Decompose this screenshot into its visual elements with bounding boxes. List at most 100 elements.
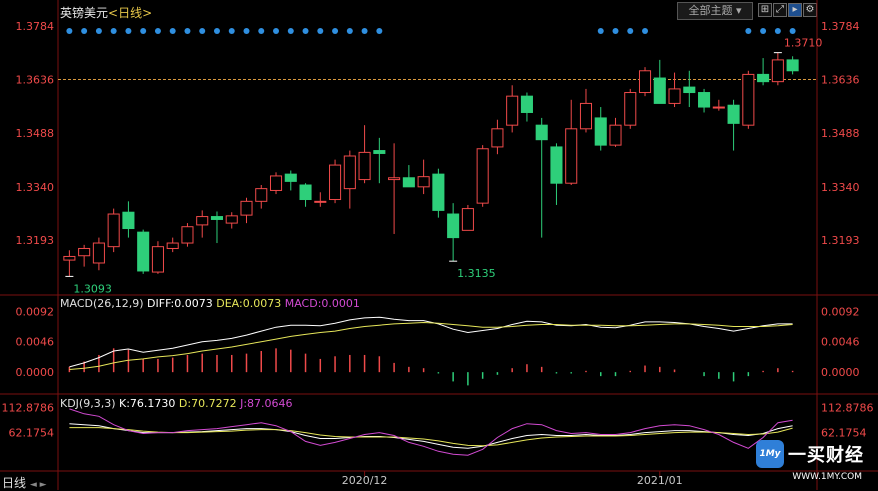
signal-dot — [745, 28, 752, 34]
macd-line-dea — [69, 321, 793, 370]
watermark-name: 一买财经 — [788, 445, 864, 466]
candle-body — [417, 176, 430, 188]
price-y-tick-right: 1.3784 — [821, 20, 860, 33]
price-y-tick-right: 1.3488 — [821, 127, 860, 140]
signal-dot — [258, 28, 265, 34]
signal-dot — [273, 28, 280, 34]
candle-body — [668, 88, 681, 104]
signal-dot — [376, 28, 383, 34]
candle-body — [181, 226, 194, 244]
candle-body — [107, 213, 120, 248]
macd-y-tick-left: 0.0092 — [16, 305, 55, 318]
candle-body — [255, 188, 268, 202]
candle-body — [63, 255, 76, 261]
signal-dot — [228, 28, 235, 34]
candle-body — [535, 124, 548, 141]
signal-dot — [199, 28, 206, 34]
macd-y-tick-right: 0.0092 — [821, 305, 860, 318]
price-y-tick-right: 1.3340 — [821, 181, 860, 194]
candle-body — [92, 242, 105, 264]
candle-body — [638, 70, 652, 94]
signal-dot — [774, 28, 781, 34]
candle-body — [78, 247, 91, 257]
candle-body — [329, 164, 342, 201]
kdj-line-k — [69, 423, 793, 449]
candle-body — [314, 200, 327, 203]
watermark: 1My 一买财经 — [756, 440, 864, 468]
candle-body — [269, 175, 283, 191]
signal-dot — [789, 28, 796, 34]
kdj-y-tick-left: 62.1754 — [9, 426, 55, 439]
signal-dot — [81, 28, 88, 34]
price-y-tick-left: 1.3193 — [16, 234, 55, 247]
candle-body — [166, 242, 179, 249]
signal-dot — [346, 28, 353, 34]
candle-body — [151, 246, 164, 273]
signal-dot — [169, 28, 176, 34]
price-y-tick-right: 1.3193 — [821, 234, 860, 247]
candle-body — [550, 146, 563, 184]
candle-body — [225, 215, 238, 224]
signal-dot — [110, 28, 117, 34]
x-tick-label: 2020/12 — [342, 474, 388, 487]
candle-body — [565, 128, 578, 184]
signal-dot — [243, 28, 250, 34]
signal-dot — [317, 28, 324, 34]
chart-app: 英镑美元<日线> 全部主题 ▾ ⊞ ⤢ ▸ ⚙ MACD(26,12,9) DI… — [0, 0, 878, 490]
signal-dot — [612, 28, 619, 34]
candle-body — [712, 106, 725, 109]
candle-body — [609, 124, 622, 146]
signal-dot — [184, 28, 191, 34]
candle-body — [491, 128, 504, 148]
signal-dot — [125, 28, 132, 34]
signal-dot — [361, 28, 368, 34]
candle-body — [786, 59, 799, 72]
candle-body — [373, 150, 386, 154]
watermark-url: WWW.1MY.COM — [792, 472, 862, 482]
price-y-tick-right: 1.3636 — [821, 73, 860, 86]
candle-body — [683, 86, 696, 94]
candle-body — [771, 59, 784, 83]
kdj-y-tick-left: 112.8786 — [2, 402, 55, 415]
candle-body — [432, 173, 445, 211]
candle-body — [653, 77, 666, 104]
candle-body — [196, 216, 209, 226]
x-tick-label: 2021/01 — [637, 474, 683, 487]
annotation-high-label: 1.3710 — [784, 37, 823, 50]
candle-body — [579, 102, 593, 130]
candle-body — [402, 177, 415, 188]
signal-dot — [154, 28, 161, 34]
macd-y-tick-left: 0.0046 — [16, 336, 55, 349]
candle-body — [461, 208, 474, 231]
signal-dot — [760, 28, 767, 34]
signal-dot — [287, 28, 294, 34]
candle-body — [742, 73, 755, 126]
macd-y-tick-left: 0.0000 — [16, 366, 55, 379]
annotation-low-label: 1.3135 — [457, 267, 496, 280]
candle-body — [358, 151, 371, 181]
candle-body — [240, 200, 253, 216]
signal-dot — [332, 28, 339, 34]
macd-y-tick-right: 0.0000 — [821, 366, 860, 379]
signal-dot — [213, 28, 220, 34]
candle-body — [447, 213, 460, 239]
macd-line-diff — [69, 316, 793, 368]
candle-body — [388, 177, 401, 181]
candle-body — [757, 73, 770, 83]
signal-dot — [642, 28, 649, 34]
candle-body — [476, 148, 489, 204]
signal-dot — [627, 28, 634, 34]
candle-body — [698, 92, 711, 108]
candle-body — [594, 117, 607, 146]
candle-body — [137, 231, 150, 272]
watermark-logo: 1My — [756, 440, 784, 468]
signal-dot — [597, 28, 604, 34]
candle-body — [284, 173, 297, 182]
price-y-tick-left: 1.3784 — [16, 20, 55, 33]
candle-body — [122, 211, 135, 230]
price-y-tick-left: 1.3636 — [16, 73, 55, 86]
candle-body — [727, 104, 740, 124]
candle-body — [210, 216, 224, 220]
candle-body — [520, 95, 533, 113]
kdj-y-tick-right: 112.8786 — [821, 402, 874, 415]
